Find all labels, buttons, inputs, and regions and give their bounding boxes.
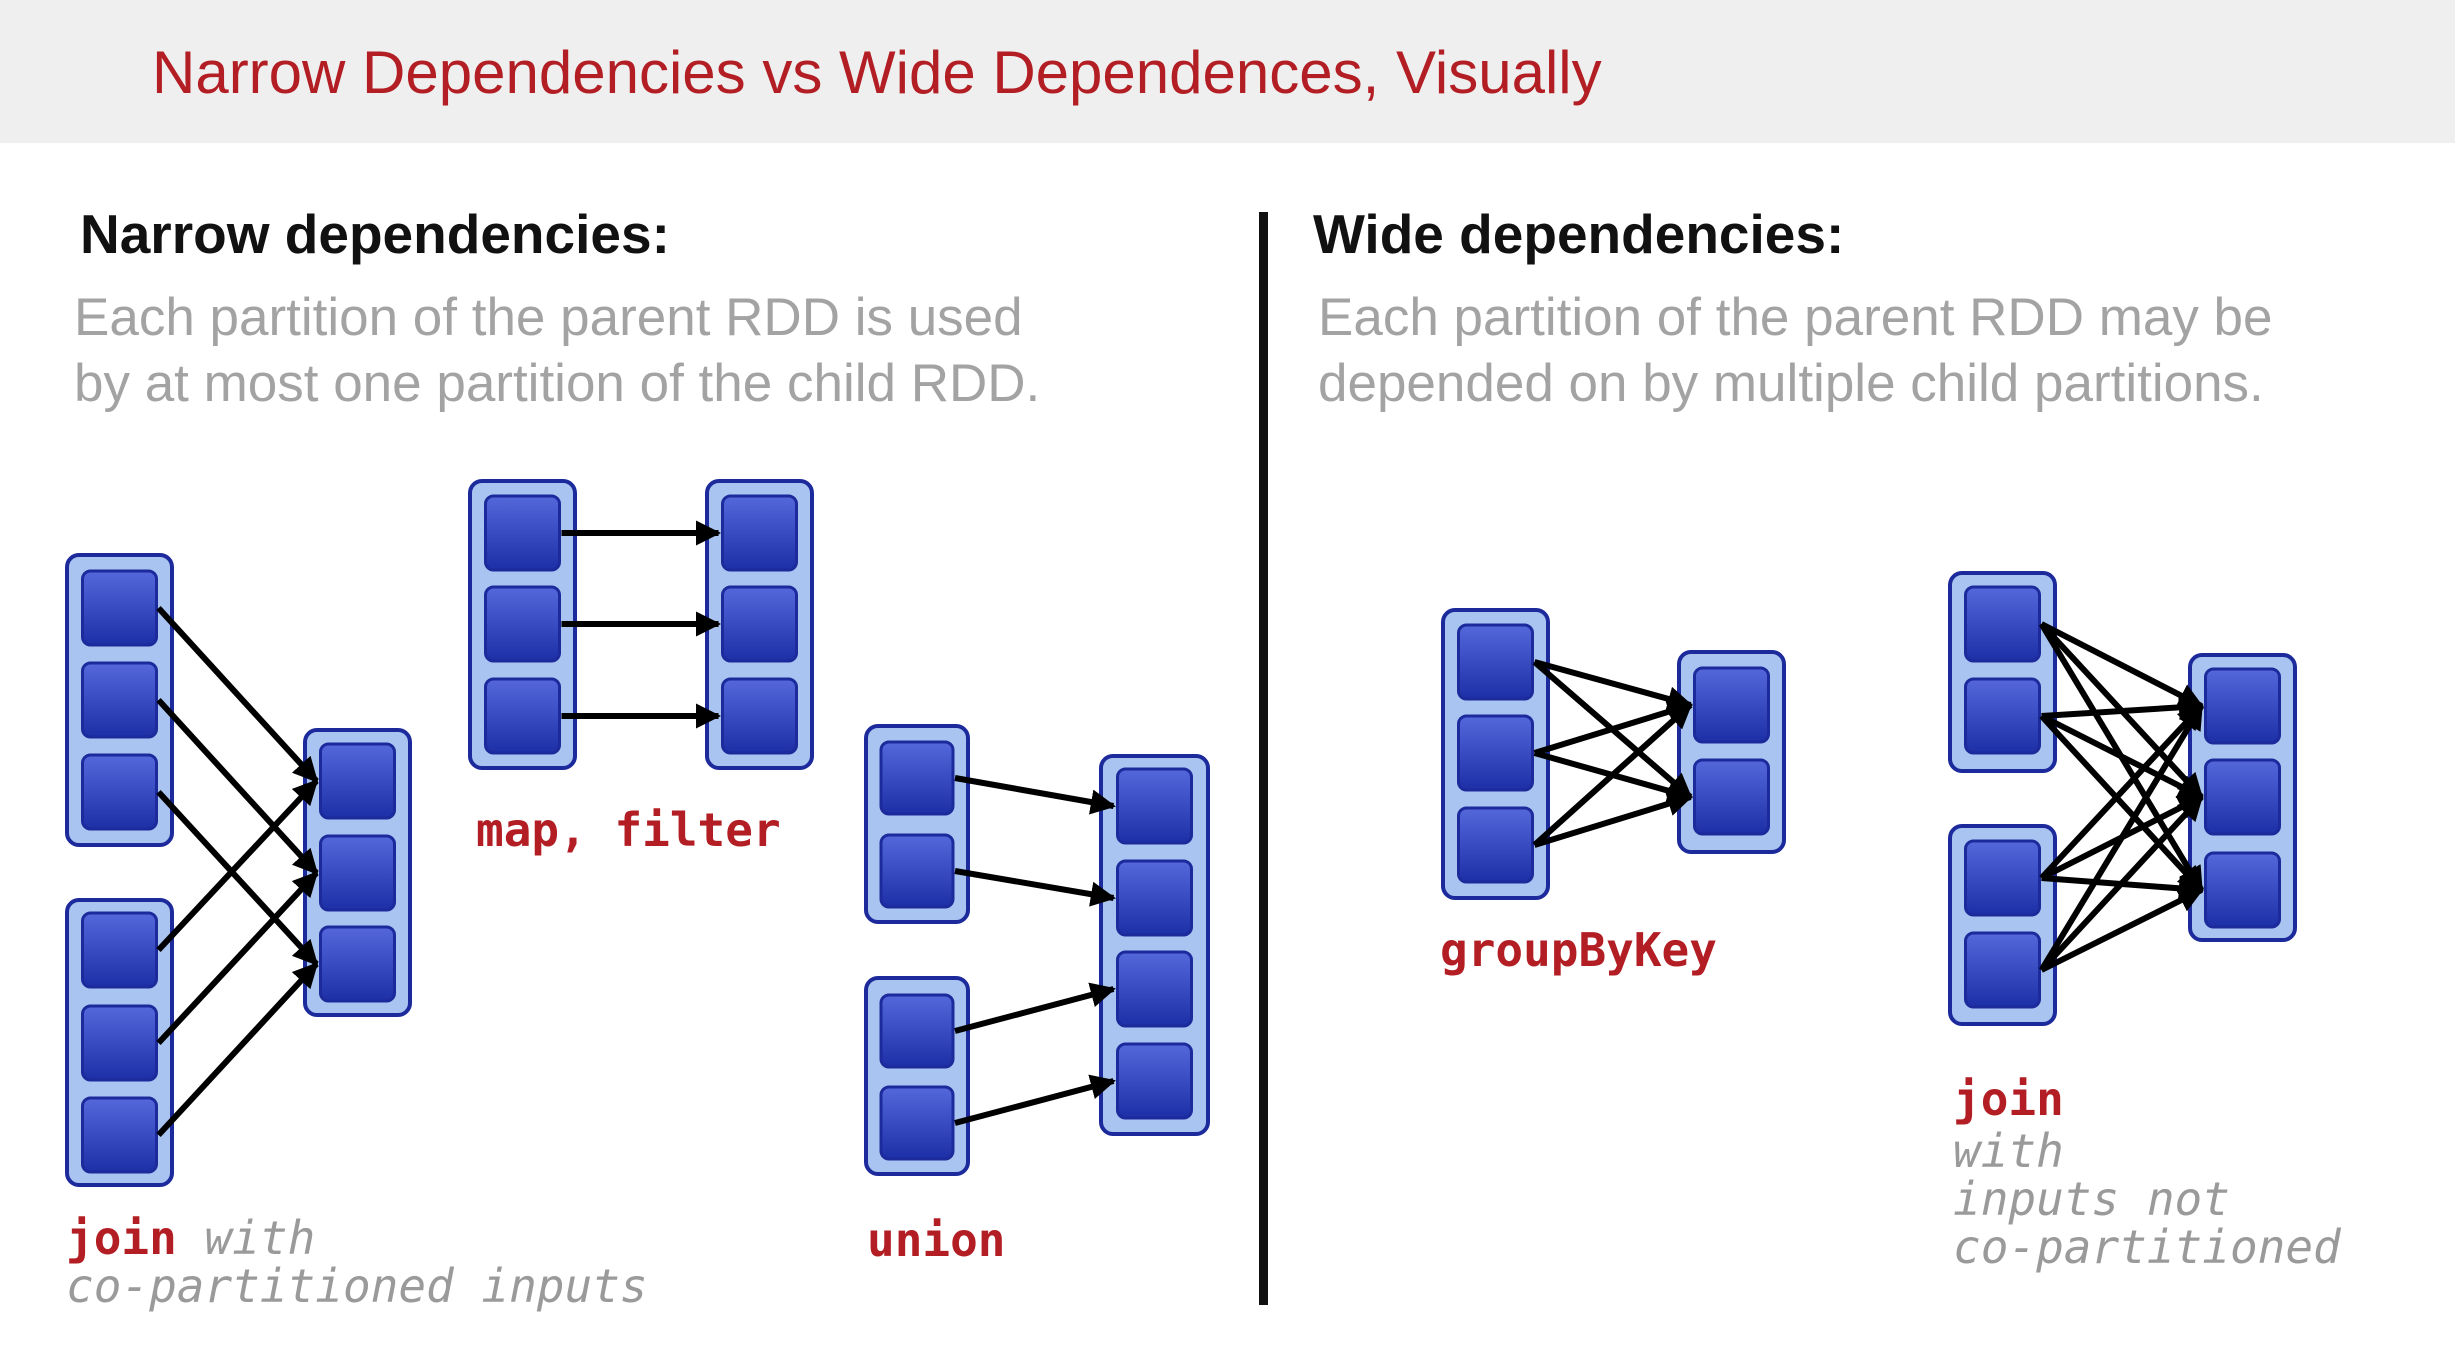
partition-wj_b-1: [1964, 839, 2041, 917]
partition-un_out-1: [1116, 767, 1193, 845]
wide-join-note-inputs-not: inputs not: [1953, 1172, 2230, 1226]
partition-un_b-2: [879, 1085, 955, 1161]
arrow-narrow-join-a-1: [156, 605, 319, 784]
partition-mf_in-3: [484, 677, 561, 755]
partition-gb_out-1: [1693, 666, 1770, 744]
partition-gb_in-3: [1457, 806, 1534, 884]
partition-un_out-4: [1116, 1042, 1193, 1120]
partition-wj_a-1: [1964, 585, 2041, 663]
wide-join-note-with: with: [1953, 1124, 2064, 1178]
partition-nj_out-3: [319, 925, 396, 1003]
arrow-narrow-join-b-2: [156, 870, 319, 1046]
arrow-narrow-join-b-3: [156, 961, 319, 1138]
arrow-narrow-join-a-2: [156, 697, 319, 876]
partition-un_a-2: [879, 833, 955, 909]
partition-mf_out-3: [721, 677, 798, 755]
narrow-join-note-inputs: co-partitioned inputs: [66, 1259, 648, 1313]
partition-wj_out-1: [2204, 667, 2281, 745]
partition-nj_a-3: [81, 753, 158, 831]
arrow-union-4: [954, 1074, 1116, 1126]
narrow-join-note-with: with: [204, 1211, 316, 1265]
map-filter-label: map, filter: [476, 803, 781, 857]
partition-nj_out-1: [319, 742, 396, 820]
partition-nj_a-2: [81, 661, 158, 739]
partition-gb_in-2: [1457, 714, 1534, 792]
narrow-join-keyword: join: [66, 1211, 177, 1265]
partition-nj_out-2: [319, 834, 396, 912]
arrow-narrow-join-b-1: [156, 778, 319, 953]
union-label: union: [867, 1213, 1006, 1267]
arrow-wide-join-b-2-2: [2039, 794, 2204, 973]
wide-join-keyword: join: [1953, 1072, 2064, 1126]
partition-nj_b-2: [81, 1004, 158, 1082]
arrow-union-2: [954, 868, 1116, 907]
partition-un_b-1: [879, 993, 955, 1069]
arrow-union-3: [954, 982, 1116, 1034]
partition-un_out-3: [1116, 950, 1193, 1028]
narrow-join-line-1: join with: [66, 1214, 648, 1262]
partition-nj_a-1: [81, 569, 158, 647]
partition-wj_a-2: [1964, 677, 2041, 755]
partition-mf_in-2: [484, 585, 561, 663]
arrow-union-1: [954, 775, 1116, 815]
partition-mf_in-1: [484, 494, 561, 572]
partition-nj_b-1: [81, 911, 158, 989]
partition-un_a-1: [879, 740, 955, 816]
partition-wj_b-2: [1964, 931, 2041, 1009]
partition-mf_out-1: [721, 494, 798, 572]
partition-wj_out-2: [2204, 758, 2281, 836]
partition-gb_in-1: [1457, 623, 1534, 701]
arrow-narrow-join-a-3: [156, 789, 319, 967]
partition-wj_out-3: [2204, 851, 2281, 929]
partition-nj_b-3: [81, 1096, 158, 1174]
wide-join-label: join with inputs not co-partitioned: [1953, 1075, 2341, 1271]
wide-join-note-copartitioned: co-partitioned: [1953, 1220, 2341, 1274]
partition-un_out-2: [1116, 859, 1193, 937]
partition-mf_out-2: [721, 585, 798, 663]
narrow-join-label: join with co-partitioned inputs: [66, 1214, 648, 1310]
groupbykey-label: groupByKey: [1440, 923, 1717, 977]
partition-gb_out-2: [1693, 758, 1770, 836]
